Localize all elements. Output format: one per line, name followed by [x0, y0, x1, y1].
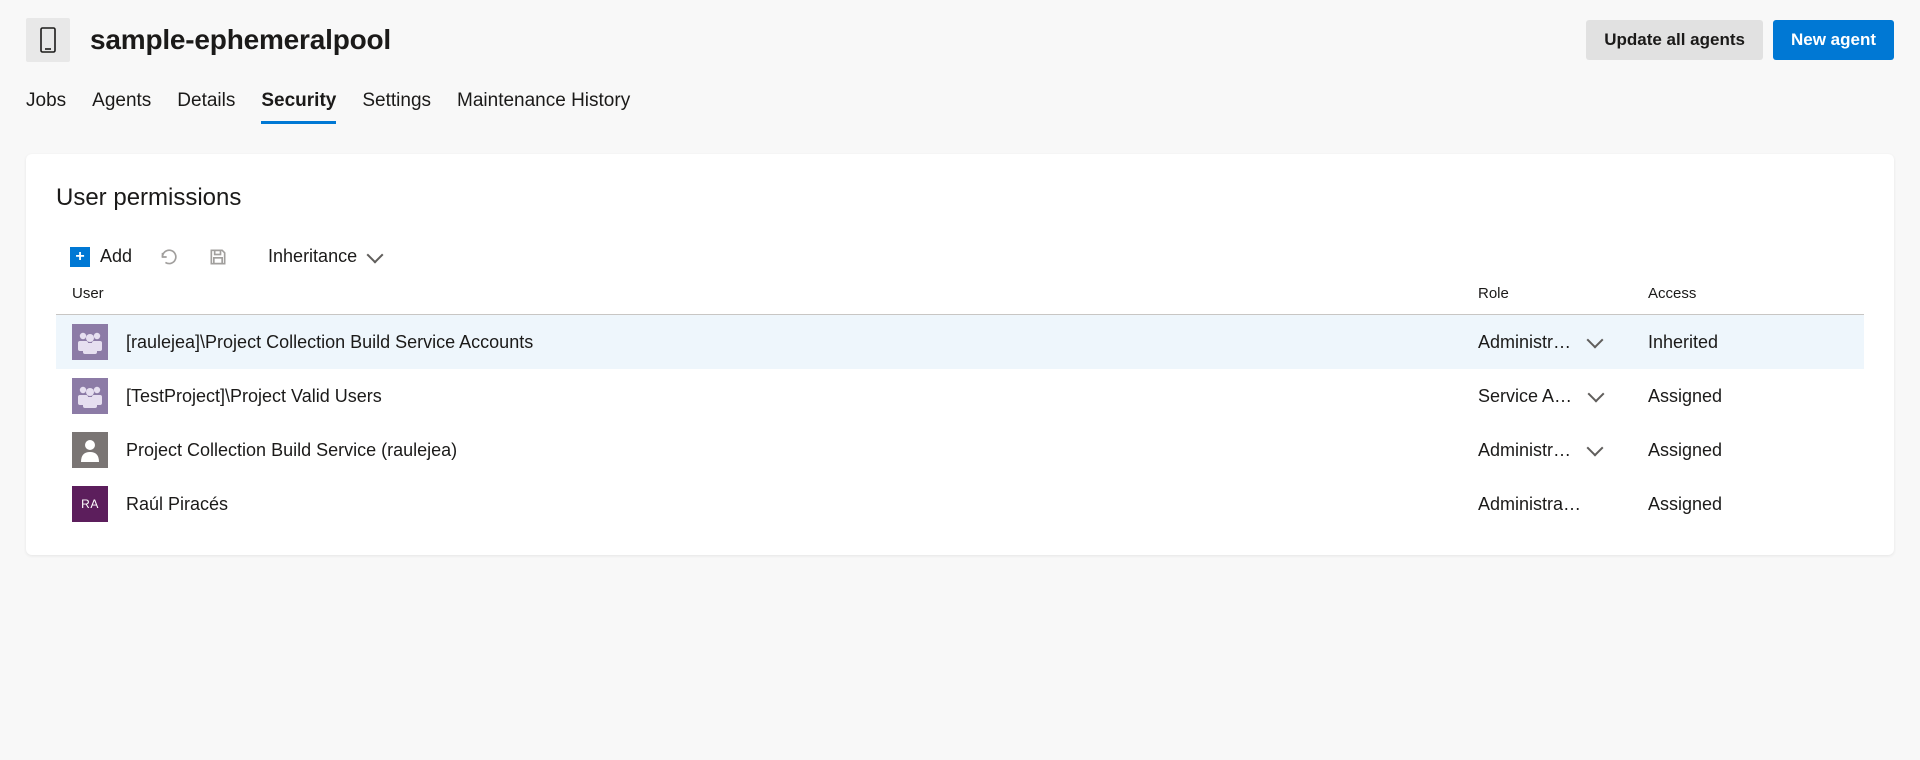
- new-agent-button[interactable]: New agent: [1773, 20, 1894, 60]
- avatar: RA: [72, 486, 108, 522]
- role-cell: Administrator: [1478, 494, 1648, 515]
- chevron-down-icon: [1587, 332, 1604, 349]
- user-name: Raúl Piracés: [126, 494, 228, 515]
- table-row[interactable]: RA Raúl Piracés Administrator Assigned: [56, 477, 1864, 531]
- role-cell[interactable]: Administr…: [1478, 332, 1648, 353]
- chevron-down-icon: [367, 246, 384, 263]
- save-icon: [208, 247, 228, 267]
- avatar: [72, 432, 108, 468]
- user-name: Project Collection Build Service (raulej…: [126, 440, 457, 461]
- section-title: User permissions: [56, 184, 1864, 212]
- role-text: Administrator: [1478, 494, 1583, 515]
- col-user: User: [72, 285, 1478, 302]
- permissions-card: User permissions + Add: [26, 154, 1894, 555]
- add-label: Add: [100, 246, 132, 267]
- access-text: Assigned: [1648, 386, 1848, 407]
- tab-settings[interactable]: Settings: [362, 84, 431, 124]
- col-access: Access: [1648, 285, 1848, 302]
- role-cell[interactable]: Service A…: [1478, 386, 1648, 407]
- table-row[interactable]: Project Collection Build Service (raulej…: [56, 423, 1864, 477]
- access-text: Assigned: [1648, 494, 1848, 515]
- role-cell[interactable]: Administr…: [1478, 440, 1648, 461]
- update-all-agents-button[interactable]: Update all agents: [1586, 20, 1763, 60]
- access-text: Assigned: [1648, 440, 1848, 461]
- add-button[interactable]: + Add: [70, 246, 132, 267]
- role-text: Administr…: [1478, 440, 1571, 461]
- tab-maintenance-history[interactable]: Maintenance History: [457, 84, 630, 124]
- access-text: Inherited: [1648, 332, 1848, 353]
- tab-details[interactable]: Details: [177, 84, 235, 124]
- user-name: [TestProject]\Project Valid Users: [126, 386, 382, 407]
- undo-icon: [160, 247, 180, 267]
- pool-icon: [26, 18, 70, 62]
- user-name: [raulejea]\Project Collection Build Serv…: [126, 332, 533, 353]
- chevron-down-icon: [1587, 440, 1604, 457]
- inheritance-dropdown[interactable]: Inheritance: [268, 246, 381, 267]
- table-row[interactable]: [TestProject]\Project Valid Users Service…: [56, 369, 1864, 423]
- role-text: Service A…: [1478, 386, 1572, 407]
- avatar: [72, 324, 108, 360]
- chevron-down-icon: [1588, 386, 1605, 403]
- avatar: [72, 378, 108, 414]
- role-text: Administr…: [1478, 332, 1571, 353]
- tab-agents[interactable]: Agents: [92, 84, 151, 124]
- tab-bar: Jobs Agents Details Security Settings Mainten…: [26, 84, 1894, 124]
- tab-security[interactable]: Security: [261, 84, 336, 124]
- tab-jobs[interactable]: Jobs: [26, 84, 66, 124]
- col-role: Role: [1478, 285, 1648, 302]
- plus-icon: +: [70, 247, 90, 267]
- table-row[interactable]: [raulejea]\Project Collection Build Serv…: [56, 315, 1864, 369]
- page-title: sample-ephemeralpool: [90, 24, 1566, 56]
- inheritance-label: Inheritance: [268, 246, 357, 267]
